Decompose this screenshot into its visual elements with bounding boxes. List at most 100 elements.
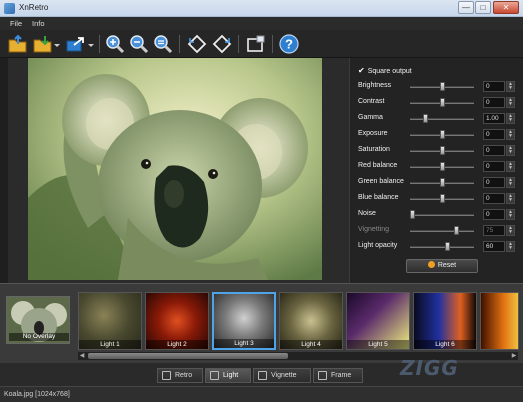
overlay-thumb[interactable]: Light 3	[212, 292, 276, 350]
gamma-slider-handle[interactable]	[423, 114, 428, 123]
koala-photo	[28, 58, 322, 280]
slider-row: Noise 0 ▲ ▼	[350, 209, 523, 221]
tab-icon	[162, 371, 171, 380]
contrast-label: Contrast	[358, 98, 385, 105]
light-opacity-stepper[interactable]: ▲ ▼	[506, 241, 515, 252]
maximize-button[interactable]: □	[475, 1, 491, 14]
vignetting-value-field[interactable]: 75	[483, 225, 505, 236]
square-output-checkbox[interactable]: ✔ Square output	[358, 66, 412, 75]
menu-file[interactable]: File	[10, 19, 22, 28]
brightness-stepper[interactable]: ▲ ▼	[506, 81, 515, 92]
tab-light[interactable]: Light	[205, 368, 251, 383]
green-balance-stepper[interactable]: ▲ ▼	[506, 177, 515, 188]
reset-button[interactable]: Reset	[406, 259, 478, 273]
capture-icon	[247, 35, 265, 52]
rotate-left-button[interactable]	[186, 33, 208, 55]
overlay-thumb[interactable]: Light 6	[413, 292, 477, 350]
gamma-slider[interactable]	[410, 118, 474, 120]
brightness-value-field[interactable]: 0	[483, 81, 505, 92]
toolbar-separator	[238, 35, 239, 53]
zoom-fit-button[interactable]	[152, 33, 174, 55]
light-opacity-slider[interactable]	[410, 246, 474, 248]
export-button[interactable]	[65, 33, 87, 55]
menu-bar: File Info	[0, 17, 523, 30]
open-button[interactable]	[7, 33, 29, 55]
green-balance-value-field[interactable]: 0	[483, 177, 505, 188]
noise-slider-handle[interactable]	[410, 210, 415, 219]
noise-value-field[interactable]: 0	[483, 209, 505, 220]
exposure-stepper[interactable]: ▲ ▼	[506, 129, 515, 140]
noise-slider[interactable]	[410, 214, 474, 216]
slider-row: Light opacity 60 ▲ ▼	[350, 241, 523, 253]
scroll-right-icon[interactable]: ▶	[510, 352, 518, 360]
saturation-slider-handle[interactable]	[440, 146, 445, 155]
zoom-out-button[interactable]	[128, 33, 150, 55]
toolbar: ?	[0, 30, 523, 58]
menu-info[interactable]: Info	[32, 19, 45, 28]
export-icon	[66, 37, 84, 52]
contrast-slider-handle[interactable]	[440, 98, 445, 107]
no-overlay-thumb[interactable]: No Overlay	[6, 296, 70, 344]
zoom-fit-icon	[154, 35, 173, 54]
tab-vignette[interactable]: Vignette	[253, 368, 311, 383]
slider-row: Gamma 1.00 ▲ ▼	[350, 113, 523, 125]
blue-balance-slider-handle[interactable]	[440, 194, 445, 203]
zoom-in-button[interactable]	[104, 33, 126, 55]
help-icon: ?	[279, 34, 299, 54]
saturation-value-field[interactable]: 0	[483, 145, 505, 156]
green-balance-label: Green balance	[358, 178, 404, 185]
overlay-thumb[interactable]: Light 2	[145, 292, 209, 350]
save-button[interactable]	[32, 33, 54, 55]
slider-row: Blue balance 0 ▲ ▼	[350, 193, 523, 205]
overlay-thumb[interactable]	[480, 292, 519, 350]
close-button[interactable]: ✕	[493, 1, 519, 14]
contrast-stepper[interactable]: ▲ ▼	[506, 97, 515, 108]
red-balance-slider-handle[interactable]	[440, 162, 445, 171]
vignetting-slider-handle[interactable]	[454, 226, 459, 235]
overlay-filmstrip: No Overlay Light 1 Light 2 Light 3 Light 4 L…	[0, 283, 523, 363]
blue-balance-value-field[interactable]: 0	[483, 193, 505, 204]
vignetting-stepper[interactable]: ▲ ▼	[506, 225, 515, 236]
overlay-thumb[interactable]: Light 5	[346, 292, 410, 350]
rotate-right-icon	[212, 34, 232, 54]
status-text: Koala.jpg [1024x768]	[4, 391, 70, 398]
slider-row: Vignetting 75 ▲ ▼	[350, 225, 523, 237]
gamma-stepper[interactable]: ▲ ▼	[506, 113, 515, 124]
export-dropdown[interactable]	[86, 33, 96, 55]
tab-label: Vignette	[271, 372, 297, 379]
saturation-stepper[interactable]: ▲ ▼	[506, 145, 515, 156]
reset-icon	[427, 261, 435, 268]
scroll-left-icon[interactable]: ◀	[78, 352, 86, 360]
capture-button[interactable]	[245, 33, 267, 55]
exposure-value-field[interactable]: 0	[483, 129, 505, 140]
gamma-value-field[interactable]: 1.00	[483, 113, 505, 124]
contrast-value-field[interactable]: 0	[483, 97, 505, 108]
light-opacity-slider-handle[interactable]	[445, 242, 450, 251]
help-button[interactable]: ?	[278, 33, 300, 55]
exposure-slider-handle[interactable]	[440, 130, 445, 139]
chevron-down-icon	[54, 44, 60, 47]
tab-label: Frame	[331, 372, 352, 379]
vignetting-slider[interactable]	[410, 230, 474, 232]
red-balance-stepper[interactable]: ▲ ▼	[506, 161, 515, 172]
save-dropdown[interactable]	[52, 33, 62, 55]
overlay-thumb[interactable]: Light 4	[279, 292, 343, 350]
noise-stepper[interactable]: ▲ ▼	[506, 209, 515, 220]
tab-frame[interactable]: Frame	[313, 368, 363, 383]
minimize-button[interactable]: —	[458, 1, 474, 14]
red-balance-value-field[interactable]: 0	[483, 161, 505, 172]
toolbar-separator	[99, 35, 100, 53]
scrollbar-thumb[interactable]	[88, 353, 288, 359]
overlay-thumb-label: Light 6	[414, 340, 476, 349]
blue-balance-stepper[interactable]: ▲ ▼	[506, 193, 515, 204]
overlay-thumb-label: Light 5	[347, 340, 409, 349]
preview-image[interactable]	[28, 58, 322, 280]
rotate-right-button[interactable]	[211, 33, 233, 55]
brightness-slider-handle[interactable]	[440, 82, 445, 91]
chevron-down-icon	[88, 44, 94, 47]
overlay-thumb[interactable]: Light 1	[78, 292, 142, 350]
tab-retro[interactable]: Retro	[157, 368, 203, 383]
light-opacity-value-field[interactable]: 60	[483, 241, 505, 252]
green-balance-slider-handle[interactable]	[440, 178, 445, 187]
app-window: XnRetro — □ ✕ File Info ? ✔ Square outpu…	[0, 0, 523, 402]
